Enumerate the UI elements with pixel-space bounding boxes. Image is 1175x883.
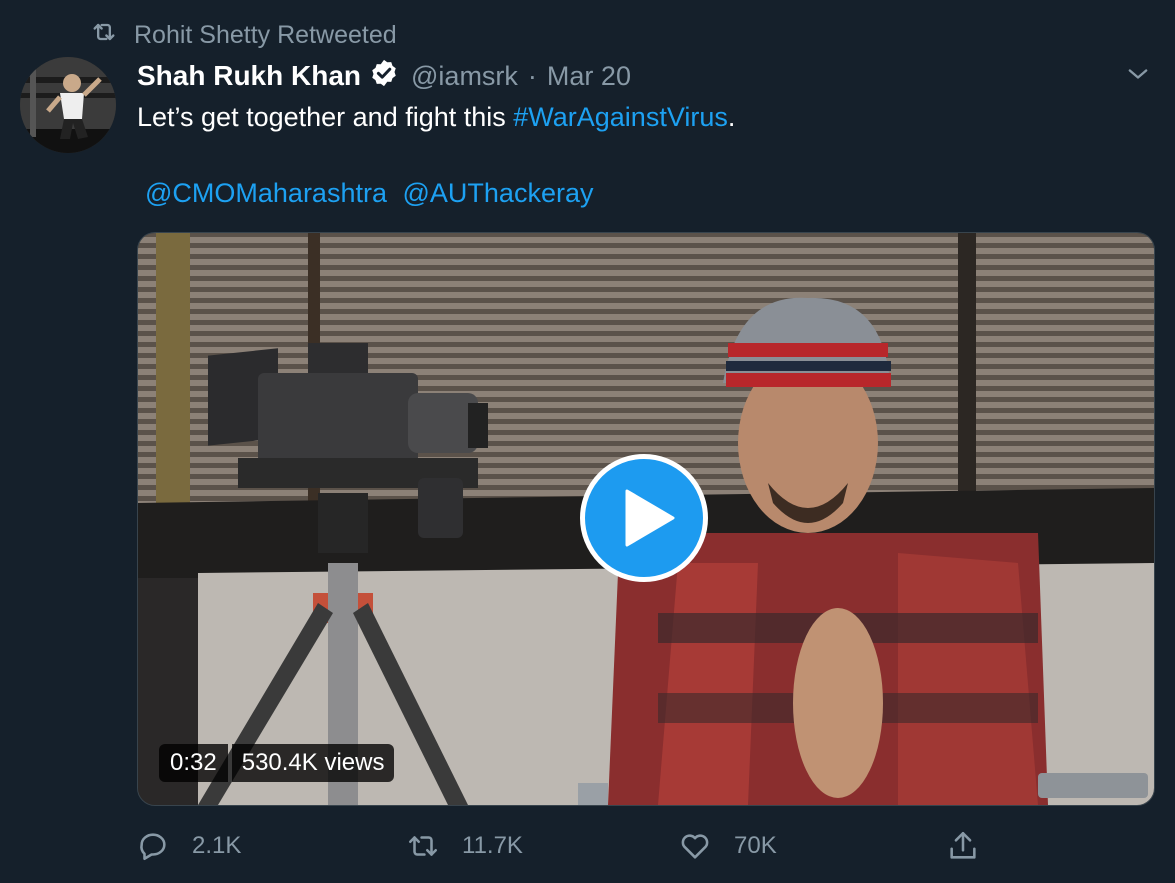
retweet-icon [90, 18, 118, 53]
tweet-text-end: . [727, 102, 736, 132]
tweet-text-body: Let’s get together and fight this [137, 102, 514, 132]
reply-button[interactable]: 2.1K [136, 822, 241, 870]
tweet-date[interactable]: Mar 20 [547, 61, 631, 92]
hashtag-link[interactable]: #WarAgainstVirus [513, 102, 728, 132]
reply-count: 2.1K [192, 832, 242, 859]
tweet-card[interactable]: Rohit Shetty Retweeted Shah Rukh Khan @i… [0, 0, 1175, 883]
retweet-context-label[interactable]: Rohit Shetty Retweeted [134, 21, 397, 50]
display-name[interactable]: Shah Rukh Khan [137, 60, 361, 92]
handle[interactable]: @iamsrk [411, 61, 518, 92]
retweet-icon [408, 836, 438, 856]
tweet-text: Let’s get together and fight this #WarAg… [137, 99, 735, 135]
separator-dot: · [527, 60, 537, 91]
chevron-down-icon[interactable] [1124, 60, 1152, 88]
mention-link[interactable]: @AUThackeray [403, 178, 594, 208]
play-button[interactable] [580, 454, 708, 582]
share-icon [950, 831, 976, 859]
avatar[interactable] [20, 57, 116, 153]
mention-link[interactable]: @CMOMaharashtra [145, 178, 387, 208]
retweet-context: Rohit Shetty Retweeted [90, 18, 397, 53]
retweet-button[interactable]: 11.7K [406, 822, 523, 870]
video-views: 530.4K views [231, 744, 395, 782]
share-button[interactable] [946, 822, 980, 870]
video-overlay: 0:32 530.4K views [159, 744, 395, 782]
video-player[interactable]: 0:32 530.4K views [137, 232, 1155, 806]
play-icon [625, 489, 675, 547]
tweet-header: Shah Rukh Khan @iamsrk · Mar 20 [137, 56, 631, 96]
reply-icon [140, 833, 166, 861]
tweet-actions: 2.1K 11.7K 70K [0, 822, 1175, 872]
video-duration: 0:32 [159, 744, 228, 782]
verified-badge-icon [361, 58, 399, 95]
mentions: @CMOMaharashtra @AUThackeray [145, 175, 601, 211]
heart-icon [681, 834, 709, 859]
retweet-count: 11.7K [462, 832, 523, 859]
like-count: 70K [734, 832, 777, 859]
like-button[interactable]: 70K [678, 822, 777, 870]
